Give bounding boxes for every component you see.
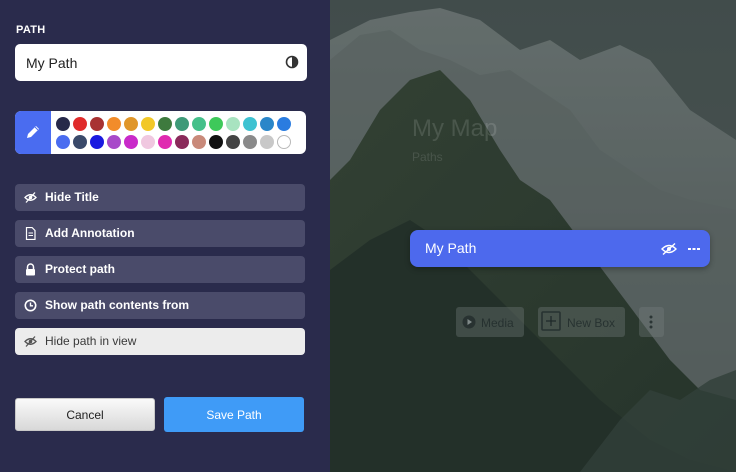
eye-slash-icon[interactable]: [661, 243, 677, 255]
color-swatch[interactable]: [158, 117, 172, 131]
show-path-contents-option[interactable]: Show path contents from: [15, 292, 305, 319]
color-swatch[interactable]: [209, 135, 223, 149]
hide-title-option[interactable]: Hide Title: [15, 184, 305, 211]
color-swatch[interactable]: [192, 135, 206, 149]
color-swatch[interactable]: [73, 135, 87, 149]
color-swatch[interactable]: [226, 117, 240, 131]
color-swatch[interactable]: [175, 117, 189, 131]
media-button[interactable]: Media: [456, 307, 524, 337]
custom-color-button[interactable]: [15, 111, 51, 154]
path-name-input[interactable]: [15, 44, 275, 81]
new-box-button[interactable]: New Box: [538, 307, 625, 337]
color-swatch[interactable]: [226, 135, 240, 149]
color-swatch[interactable]: [141, 135, 155, 149]
protect-path-option[interactable]: Protect path: [15, 256, 305, 283]
path-card-title: My Path: [425, 240, 477, 256]
color-swatch[interactable]: [124, 117, 138, 131]
map-subtitle-faded: Paths: [412, 150, 443, 164]
protect-path-label: Protect path: [45, 262, 116, 276]
color-swatch[interactable]: [243, 135, 257, 149]
color-swatch[interactable]: [90, 117, 104, 131]
color-swatch[interactable]: [73, 117, 87, 131]
color-swatch[interactable]: [277, 135, 291, 149]
media-label: Media: [481, 316, 514, 330]
document-icon: [25, 227, 36, 240]
color-swatch[interactable]: [192, 117, 206, 131]
vertical-dots-icon: [649, 315, 653, 329]
hide-path-in-view-label: Hide path in view: [45, 334, 137, 348]
path-settings-panel: PATH Hide Title Add Annotatio: [0, 0, 330, 472]
color-swatch[interactable]: [158, 135, 172, 149]
eye-slash-icon: [24, 192, 37, 203]
play-icon: [462, 315, 476, 329]
add-annotation-label: Add Annotation: [45, 226, 135, 240]
color-swatch[interactable]: [56, 117, 70, 131]
save-path-button[interactable]: Save Path: [164, 397, 304, 432]
clock-icon: [24, 299, 37, 312]
color-swatch[interactable]: [243, 117, 257, 131]
add-annotation-option[interactable]: Add Annotation: [15, 220, 305, 247]
color-swatch[interactable]: [260, 135, 274, 149]
color-swatch[interactable]: [209, 117, 223, 131]
new-box-label: New Box: [567, 316, 616, 330]
color-swatch[interactable]: [141, 117, 155, 131]
color-swatch[interactable]: [90, 135, 104, 149]
color-swatch[interactable]: [107, 117, 121, 131]
path-card[interactable]: My Path: [410, 230, 710, 267]
map-title-faded: My Map: [412, 115, 498, 142]
show-path-contents-label: Show path contents from: [45, 298, 189, 312]
swatch-grid: [56, 117, 296, 149]
path-name-field-wrap: [15, 44, 307, 81]
color-swatch[interactable]: [260, 117, 274, 131]
hide-path-in-view-option[interactable]: Hide path in view: [15, 328, 305, 355]
section-label: PATH: [16, 24, 46, 36]
color-swatch[interactable]: [107, 135, 121, 149]
cancel-button[interactable]: Cancel: [15, 398, 155, 431]
color-swatch[interactable]: [124, 135, 138, 149]
plus-box-icon: [541, 311, 561, 331]
color-picker: [15, 111, 306, 154]
color-swatch[interactable]: [56, 135, 70, 149]
more-dots-icon[interactable]: [688, 247, 700, 251]
map-canvas[interactable]: My Map Paths My Path Media New Box: [330, 0, 736, 472]
more-options-button[interactable]: [639, 307, 664, 337]
color-swatch[interactable]: [277, 117, 291, 131]
hide-title-label: Hide Title: [45, 190, 99, 204]
color-swatch[interactable]: [175, 135, 189, 149]
lock-icon: [26, 263, 35, 276]
contrast-icon[interactable]: [285, 55, 299, 69]
eye-slash-icon: [24, 336, 37, 347]
pencil-icon: [27, 126, 39, 138]
